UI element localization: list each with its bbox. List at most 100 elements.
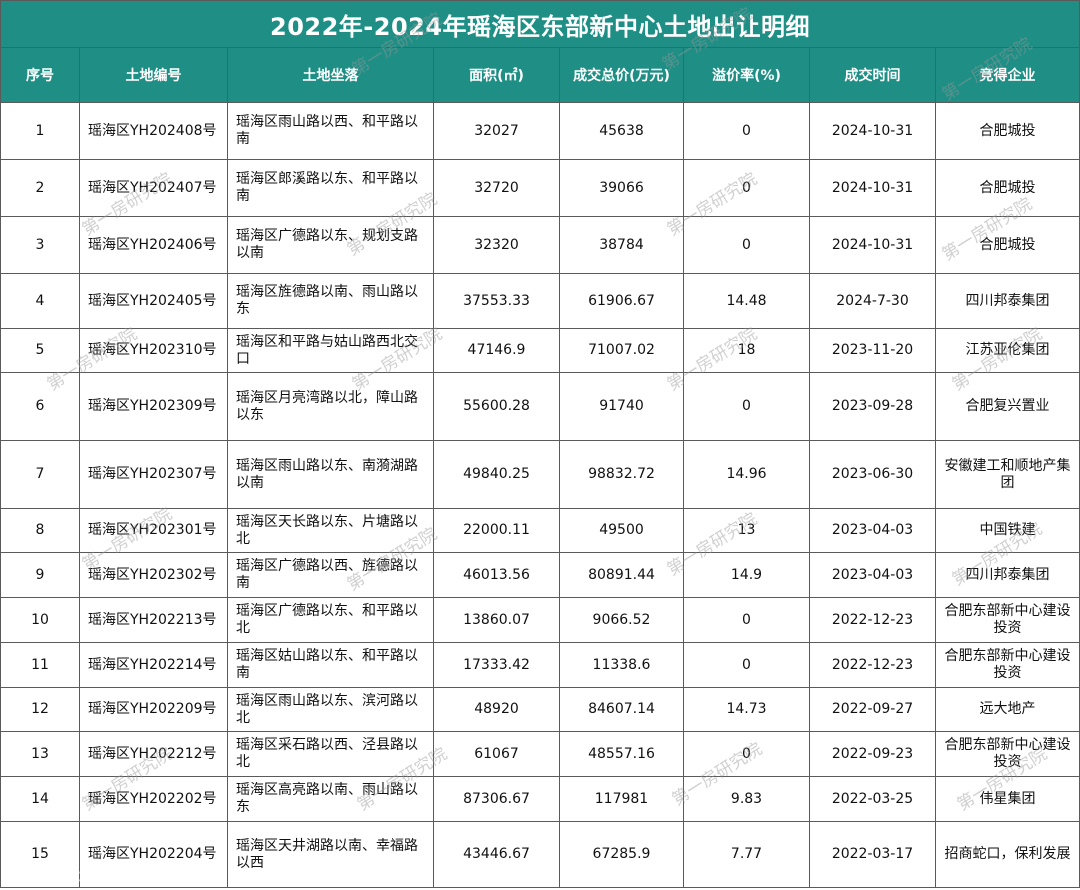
row-price: 80891.44: [559, 552, 684, 598]
row-date: 2023-06-30: [809, 440, 936, 509]
row-premium: 0: [683, 642, 810, 688]
row-number: 13: [0, 731, 80, 777]
row-company: 合肥东部新中心建设投资: [934, 731, 1080, 777]
row-area: 32027: [433, 102, 560, 160]
row-location: 瑶海区高亮路以南、雨山路以东: [227, 776, 434, 822]
row-number: 5: [0, 328, 80, 373]
row-number: 11: [0, 642, 80, 688]
row-premium: 9.83: [683, 776, 810, 822]
brand-logo: 六数跨境: [6, 862, 96, 887]
row-location: 瑶海区天长路以东、片塘路以北: [227, 508, 434, 553]
row-company: 合肥城投: [934, 102, 1080, 160]
row-price: 48557.16: [559, 731, 684, 777]
row-location: 瑶海区雨山路以东、南漪湖路以南: [227, 440, 434, 509]
row-location: 瑶海区雨山路以西、和平路以南: [227, 102, 434, 160]
row-location: 瑶海区广德路以西、旌德路以南: [227, 552, 434, 598]
table-row: 3 瑶海区YH202406号 瑶海区广德路以东、规划支路以南 32320 38784 0 2…: [0, 216, 1080, 274]
land-transfer-sheet: 2022年-2024年瑶海区东部新中心土地出让明细 序号 土地编号 土地坐落 面…: [0, 0, 1080, 890]
row-area: 17333.42: [433, 642, 560, 688]
row-date: 2024-10-31: [809, 159, 936, 217]
row-land-code: 瑶海区YH202204号: [79, 821, 228, 888]
header-premium: 溢价率(%): [683, 47, 810, 103]
table-row: 7 瑶海区YH202307号 瑶海区雨山路以东、南漪湖路以南 49840.25 9883…: [0, 440, 1080, 509]
row-location: 瑶海区旌德路以南、雨山路以东: [227, 273, 434, 329]
row-number: 6: [0, 372, 80, 441]
header-date: 成交时间: [809, 47, 936, 103]
row-location: 瑶海区天井湖路以南、幸福路以西: [227, 821, 434, 888]
table-row: 14 瑶海区YH202202号 瑶海区高亮路以南、雨山路以东 87306.67 1179…: [0, 776, 1080, 822]
row-location: 瑶海区雨山路以东、滨河路以北: [227, 687, 434, 732]
row-price: 11338.6: [559, 642, 684, 688]
row-number: 9: [0, 552, 80, 598]
row-price: 61906.67: [559, 273, 684, 329]
row-land-code: 瑶海区YH202310号: [79, 328, 228, 373]
row-date: 2022-09-27: [809, 687, 936, 732]
table-row: 15 瑶海区YH202204号 瑶海区天井湖路以南、幸福路以西 43446.67 672…: [0, 821, 1080, 888]
row-date: 2023-11-20: [809, 328, 936, 373]
row-date: 2022-09-23: [809, 731, 936, 777]
row-number: 2: [0, 159, 80, 217]
row-price: 67285.9: [559, 821, 684, 888]
row-premium: 0: [683, 102, 810, 160]
row-company: 中国铁建: [934, 508, 1080, 553]
row-price: 38784: [559, 216, 684, 274]
row-area: 48920: [433, 687, 560, 732]
table-row: 4 瑶海区YH202405号 瑶海区旌德路以南、雨山路以东 37553.33 61906…: [0, 273, 1080, 329]
row-area: 22000.11: [433, 508, 560, 553]
row-land-code: 瑶海区YH202307号: [79, 440, 228, 509]
row-location: 瑶海区广德路以东、和平路以北: [227, 597, 434, 643]
row-location: 瑶海区和平路与姑山路西北交口: [227, 328, 434, 373]
row-premium: 13: [683, 508, 810, 553]
table-row: 2 瑶海区YH202407号 瑶海区郎溪路以东、和平路以南 32720 39066 0 20…: [0, 159, 1080, 217]
row-date: 2022-12-23: [809, 642, 936, 688]
row-land-code: 瑶海区YH202212号: [79, 731, 228, 777]
row-number: 12: [0, 687, 80, 732]
land-transfer-table: 2022年-2024年瑶海区东部新中心土地出让明细 序号 土地编号 土地坐落 面…: [0, 0, 1080, 888]
table-row: 13 瑶海区YH202212号 瑶海区采石路以西、泾县路以北 61067 48557.1…: [0, 731, 1080, 777]
table-row: 8 瑶海区YH202301号 瑶海区天长路以东、片塘路以北 22000.11 49500…: [0, 508, 1080, 553]
row-company: 安徽建工和顺地产集团: [934, 440, 1080, 509]
table-row: 1 瑶海区YH202408号 瑶海区雨山路以西、和平路以南 32027 45638 0 20…: [0, 102, 1080, 160]
row-premium: 14.96: [683, 440, 810, 509]
row-area: 32320: [433, 216, 560, 274]
row-area: 46013.56: [433, 552, 560, 598]
row-land-code: 瑶海区YH202408号: [79, 102, 228, 160]
row-premium: 0: [683, 216, 810, 274]
header-area: 面积(㎡): [433, 47, 560, 103]
row-company: 合肥东部新中心建设投资: [934, 597, 1080, 643]
row-land-code: 瑶海区YH202202号: [79, 776, 228, 822]
row-date: 2022-03-17: [809, 821, 936, 888]
table-row: 5 瑶海区YH202310号 瑶海区和平路与姑山路西北交口 47146.9 71007.…: [0, 328, 1080, 373]
row-company: 江苏亚伦集团: [934, 328, 1080, 373]
row-area: 55600.28: [433, 372, 560, 441]
row-location: 瑶海区姑山路以东、和平路以南: [227, 642, 434, 688]
row-land-code: 瑶海区YH202209号: [79, 687, 228, 732]
row-location: 瑶海区月亮湾路以北，障山路以东: [227, 372, 434, 441]
row-price: 98832.72: [559, 440, 684, 509]
row-company: 招商蛇口，保利发展: [934, 821, 1080, 888]
row-land-code: 瑶海区YH202214号: [79, 642, 228, 688]
row-premium: 14.73: [683, 687, 810, 732]
logo-text: 六数跨境: [28, 867, 96, 887]
row-date: 2024-10-31: [809, 216, 936, 274]
row-number: 4: [0, 273, 80, 329]
row-price: 39066: [559, 159, 684, 217]
table-row: 6 瑶海区YH202309号 瑶海区月亮湾路以北，障山路以东 55600.28 9174…: [0, 372, 1080, 441]
row-premium: 18: [683, 328, 810, 373]
row-price: 9066.52: [559, 597, 684, 643]
row-premium: 7.77: [683, 821, 810, 888]
header-no: 序号: [0, 47, 80, 103]
row-land-code: 瑶海区YH202406号: [79, 216, 228, 274]
row-area: 32720: [433, 159, 560, 217]
row-company: 伟星集团: [934, 776, 1080, 822]
row-location: 瑶海区采石路以西、泾县路以北: [227, 731, 434, 777]
row-area: 37553.33: [433, 273, 560, 329]
row-area: 47146.9: [433, 328, 560, 373]
table-title: 2022年-2024年瑶海区东部新中心土地出让明细: [0, 0, 1080, 48]
row-price: 45638: [559, 102, 684, 160]
row-premium: 0: [683, 597, 810, 643]
row-land-code: 瑶海区YH202405号: [79, 273, 228, 329]
row-area: 43446.67: [433, 821, 560, 888]
table-row: 11 瑶海区YH202214号 瑶海区姑山路以东、和平路以南 17333.42 1133…: [0, 642, 1080, 688]
row-company: 四川邦泰集团: [934, 552, 1080, 598]
